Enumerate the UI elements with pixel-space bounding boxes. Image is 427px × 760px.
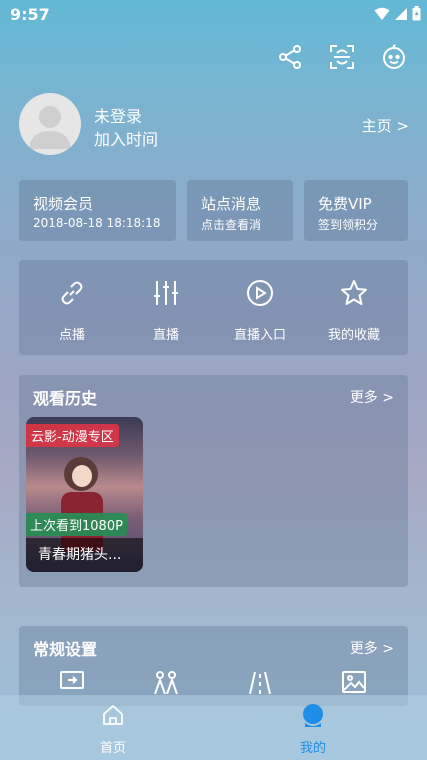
profile-header[interactable]: 未登录 加入时间 主页 > bbox=[19, 93, 409, 155]
avatar[interactable] bbox=[19, 93, 81, 155]
users-icon[interactable] bbox=[153, 670, 179, 694]
link-icon bbox=[61, 281, 83, 305]
live-entry-button[interactable]: 直播入口 bbox=[220, 260, 300, 343]
free-vip-card[interactable]: 免费VIP 签到领积分 bbox=[304, 180, 408, 241]
live-button[interactable]: 直播 bbox=[126, 260, 206, 343]
history-more-link[interactable]: 更多 > bbox=[350, 387, 394, 407]
settings-more-link[interactable]: 更多 > bbox=[350, 638, 394, 658]
history-item-title: 青春期猪头... bbox=[38, 547, 122, 563]
status-icons bbox=[374, 6, 421, 21]
tab-home-label: 首页 bbox=[99, 741, 126, 756]
signal-icon bbox=[395, 7, 407, 20]
road-icon[interactable] bbox=[247, 670, 273, 694]
progress-badge: 上次看到1080P bbox=[26, 513, 127, 536]
settings-title: 常规设置 bbox=[33, 640, 98, 659]
live-entry-label: 直播入口 bbox=[233, 328, 286, 343]
scan-icon[interactable] bbox=[327, 42, 357, 72]
equalizer-icon bbox=[154, 281, 178, 305]
history-title: 观看历史 bbox=[33, 389, 98, 408]
vod-label: 点播 bbox=[58, 328, 85, 343]
status-time: 9:57 bbox=[10, 5, 50, 24]
share-icon[interactable] bbox=[275, 42, 305, 72]
card-title: 站点消息 bbox=[201, 195, 262, 213]
top-actions bbox=[275, 42, 409, 72]
status-bar: 9:57 bbox=[0, 0, 427, 30]
favorites-label: 我的收藏 bbox=[327, 328, 380, 343]
battery-icon bbox=[412, 6, 421, 21]
card-title: 免费VIP bbox=[318, 195, 372, 213]
live-label: 直播 bbox=[152, 328, 179, 343]
watch-history-panel: 观看历史 更多 > 云影-动漫专区 上次看到1080P 青春期猪头... bbox=[19, 375, 408, 587]
history-item[interactable]: 云影-动漫专区 上次看到1080P 青春期猪头... bbox=[26, 417, 143, 572]
source-badge: 云影-动漫专区 bbox=[26, 424, 119, 447]
username: 未登录 bbox=[94, 107, 143, 126]
wifi-icon bbox=[374, 7, 390, 20]
home-icon bbox=[103, 705, 123, 725]
card-subtitle: 点击查看消 bbox=[201, 218, 262, 232]
bottom-nav: 首页 我的 bbox=[0, 695, 427, 760]
join-time: 加入时间 bbox=[94, 130, 159, 149]
card-subtitle: 2018-08-18 18:18:18 bbox=[33, 216, 161, 230]
screen-cast-icon[interactable] bbox=[59, 670, 85, 694]
site-messages-card[interactable]: 站点消息 点击查看消 bbox=[187, 180, 293, 241]
image-icon[interactable] bbox=[341, 670, 367, 694]
profile-icon bbox=[303, 704, 323, 727]
card-title: 视频会员 bbox=[33, 195, 94, 213]
play-circle-icon bbox=[247, 280, 273, 306]
vip-member-card[interactable]: 视频会员 2018-08-18 18:18:18 bbox=[19, 180, 176, 241]
favorites-button[interactable]: 我的收藏 bbox=[314, 260, 394, 343]
thumbnail-face bbox=[72, 465, 92, 487]
tab-home[interactable]: 首页 bbox=[73, 703, 153, 756]
homepage-link[interactable]: 主页 > bbox=[362, 115, 409, 136]
tab-mine-label: 我的 bbox=[299, 741, 326, 756]
settings-icons bbox=[19, 670, 408, 694]
tab-mine[interactable]: 我的 bbox=[273, 703, 353, 756]
star-icon bbox=[341, 280, 367, 305]
vod-button[interactable]: 点播 bbox=[32, 260, 112, 343]
card-subtitle: 签到领积分 bbox=[318, 218, 379, 232]
quick-actions-panel: 点播 直播 直播入口 我的收藏 bbox=[19, 260, 408, 355]
settings-panel: 常规设置 更多 > bbox=[19, 626, 408, 706]
face-icon[interactable] bbox=[379, 42, 409, 72]
